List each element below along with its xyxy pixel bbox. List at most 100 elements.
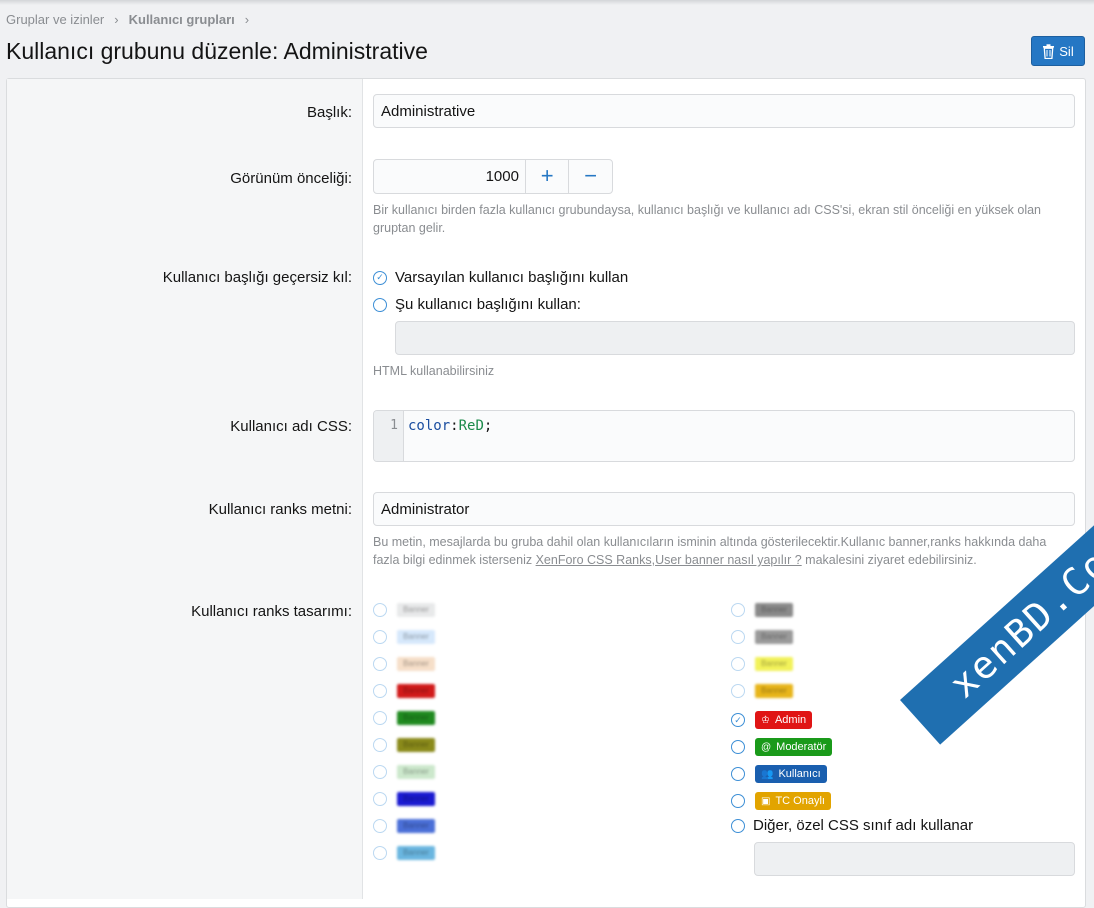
radio-empty-icon xyxy=(373,846,387,860)
breadcrumb-item-groups[interactable]: Gruplar ve izinler xyxy=(6,12,104,27)
radio-empty-icon xyxy=(731,818,745,833)
css-editor[interactable]: 1 color:ReD; xyxy=(373,410,1075,462)
css-label: Kullanıcı adı CSS: xyxy=(230,418,352,435)
rank-option-custom[interactable]: Diğer, özel CSS sınıf adı kullanar xyxy=(731,817,973,834)
rank-design-label: Kullanıcı ranks tasarımı: xyxy=(191,603,352,620)
rank-option-tc[interactable]: ▣ TC Onaylı xyxy=(731,792,831,810)
rank-text-input[interactable]: Administrator xyxy=(373,492,1075,526)
radio-empty-icon xyxy=(373,630,387,644)
blurred-badge: Banner xyxy=(755,657,793,671)
blurred-badge: Banner xyxy=(397,792,435,806)
custom-css-class-input[interactable] xyxy=(754,842,1075,876)
at-icon: @ xyxy=(761,741,772,753)
css-property: color xyxy=(408,418,451,434)
blurred-badge: Banner xyxy=(397,846,435,860)
blurred-badge: Banner xyxy=(397,819,435,833)
blurred-badge: Banner xyxy=(397,657,435,671)
css-colon: : xyxy=(450,418,459,434)
blurred-badge: Banner xyxy=(397,765,435,779)
label-column xyxy=(7,79,363,899)
radio-empty-icon xyxy=(373,765,387,779)
increment-button[interactable]: + xyxy=(526,160,570,193)
radio-checked-icon: ✓ xyxy=(373,270,387,285)
rank-option-blurred[interactable]: Banner xyxy=(731,684,793,698)
rank-hint-text-end: makalesini ziyaret edebilirsiniz. xyxy=(801,553,977,567)
tc-badge-label: TC Onaylı xyxy=(775,795,825,807)
radio-default-title[interactable]: ✓ Varsayılan kullanıcı başlığını kullan xyxy=(373,269,628,286)
rank-option-moderator[interactable]: @ Moderatör xyxy=(731,738,833,756)
admin-badge-label: Admin xyxy=(774,714,807,726)
html-hint: HTML kullanabilirsiniz xyxy=(373,364,495,378)
radio-custom-title[interactable]: Şu kullanıcı başlığını kullan: xyxy=(373,296,581,313)
rank-option-blurred[interactable]: Banner xyxy=(731,657,793,671)
moderator-badge-label: Moderatör xyxy=(776,741,827,753)
rank-option-blurred[interactable]: Banner xyxy=(373,819,435,833)
radio-empty-icon xyxy=(731,767,745,781)
radio-empty-icon xyxy=(373,657,387,671)
rank-option-blurred[interactable]: Banner xyxy=(373,792,435,806)
radio-empty-icon xyxy=(373,792,387,806)
css-semicolon: ; xyxy=(483,418,493,434)
css-value: ReD xyxy=(458,418,484,434)
rank-option-blurred[interactable]: Banner xyxy=(373,711,435,725)
radio-empty-icon xyxy=(731,794,745,808)
priority-input[interactable]: 1000 xyxy=(374,160,526,193)
custom-title-input[interactable] xyxy=(395,321,1075,355)
rank-option-user[interactable]: 👥 Kullanıcı xyxy=(731,765,827,783)
rank-hint: Bu metin, mesajlarda bu gruba dahil olan… xyxy=(373,533,1073,569)
user-badge: 👥 Kullanıcı xyxy=(755,765,827,783)
radio-default-title-label: Varsayılan kullanıcı başlığını kullan xyxy=(395,269,629,286)
breadcrumb-separator: › xyxy=(244,12,250,27)
title-label: Başlık: xyxy=(306,104,352,121)
blurred-badge: Banner xyxy=(397,711,435,725)
css-code: color:ReD; xyxy=(404,411,496,461)
radio-empty-icon xyxy=(373,684,387,698)
decrement-button[interactable]: − xyxy=(569,160,612,193)
rank-hint-link[interactable]: XenForo CSS Ranks,User banner nasıl yapı… xyxy=(536,553,802,567)
radio-empty-icon xyxy=(373,738,387,752)
radio-empty-icon xyxy=(731,657,745,671)
radio-empty-icon xyxy=(731,603,745,617)
rank-option-blurred[interactable]: Banner xyxy=(373,765,435,779)
rank-option-blurred[interactable]: Banner xyxy=(373,684,435,698)
admin-icon: ♔ xyxy=(761,714,770,726)
user-badge-label: Kullanıcı xyxy=(778,768,821,780)
override-label: Kullanıcı başlığı geçersiz kıl: xyxy=(162,269,352,286)
line-number: 1 xyxy=(374,411,404,461)
blurred-badge: Banner xyxy=(397,684,435,698)
rank-option-blurred[interactable]: Banner xyxy=(731,603,793,617)
trash-icon xyxy=(1043,43,1055,59)
rank-option-blurred[interactable]: Banner xyxy=(373,846,435,860)
users-icon: 👥 xyxy=(761,768,774,780)
breadcrumb-item-user-groups[interactable]: Kullanıcı grupları xyxy=(129,12,235,27)
rank-option-admin[interactable]: ✓ ♔ Admin xyxy=(731,711,813,729)
priority-hint: Bir kullanıcı birden fazla kullanıcı gru… xyxy=(373,203,1042,235)
rank-option-blurred[interactable]: Banner xyxy=(373,738,435,752)
rank-option-blurred[interactable]: Banner xyxy=(373,657,435,671)
rank-option-blurred[interactable]: Banner xyxy=(373,603,435,617)
priority-stepper: 1000 + − xyxy=(373,159,613,194)
moderator-badge: @ Moderatör xyxy=(755,738,833,756)
id-card-icon: ▣ xyxy=(761,795,771,807)
breadcrumb: Gruplar ve izinler › Kullanıcı grupları … xyxy=(6,12,259,27)
page-title: Kullanıcı grubunu düzenle: Administrativ… xyxy=(6,38,428,64)
blurred-badge: Banner xyxy=(755,630,793,644)
rank-option-blurred[interactable]: Banner xyxy=(731,630,793,644)
title-input[interactable]: Administrative xyxy=(373,94,1075,128)
radio-empty-icon xyxy=(373,297,387,312)
delete-button[interactable]: Sil xyxy=(1031,36,1085,66)
blurred-badge: Banner xyxy=(755,684,793,698)
rank-text-label: Kullanıcı ranks metni: xyxy=(208,501,352,518)
rank-option-custom-label: Diğer, özel CSS sınıf adı kullanar xyxy=(753,817,974,834)
blurred-badge: Banner xyxy=(397,738,435,752)
radio-checked-icon: ✓ xyxy=(731,713,745,727)
top-bar xyxy=(0,0,1094,5)
tc-badge: ▣ TC Onaylı xyxy=(755,792,831,810)
rank-option-blurred[interactable]: Banner xyxy=(373,630,435,644)
priority-label: Görünüm önceliği: xyxy=(230,170,352,187)
radio-empty-icon xyxy=(373,603,387,617)
breadcrumb-separator: › xyxy=(114,12,119,27)
blurred-badge: Banner xyxy=(755,603,793,617)
radio-empty-icon xyxy=(731,684,745,698)
delete-label: Sil xyxy=(1059,43,1074,59)
